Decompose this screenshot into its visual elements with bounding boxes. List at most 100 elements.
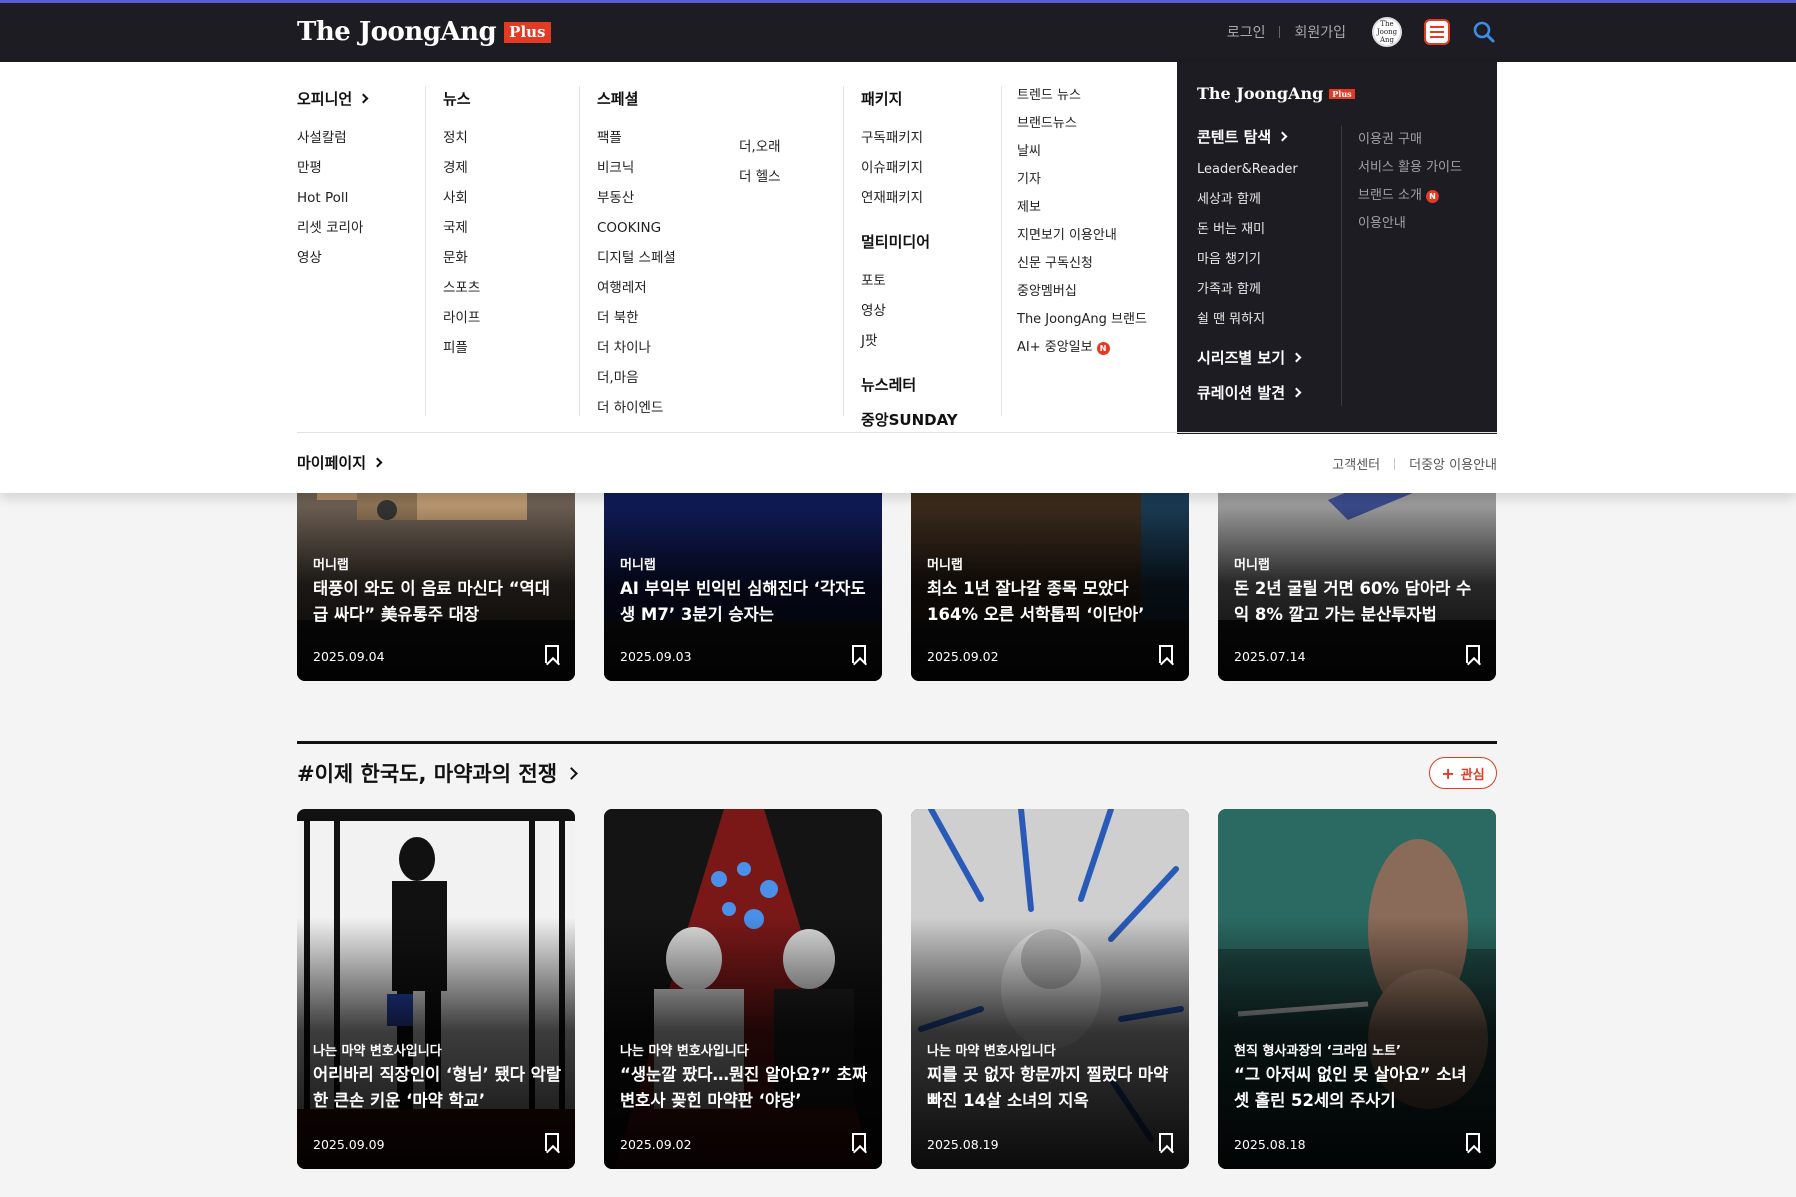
menu-item[interactable]: 브랜드 소개 N — [1358, 182, 1462, 210]
menu-item[interactable]: 돈 버는 재미 — [1197, 215, 1300, 245]
signup-link[interactable]: 회원가입 — [1294, 22, 1346, 42]
menu-item[interactable]: 경제 — [443, 153, 480, 183]
menu-item[interactable]: 가족과 함께 — [1197, 275, 1300, 305]
menu-item[interactable]: AI+ 중앙일보 N — [1017, 334, 1147, 362]
section-title[interactable]: #이제 한국도, 마약과의 전쟁 — [297, 758, 578, 788]
menu-item[interactable]: 국제 — [443, 213, 480, 243]
menu-item[interactable]: 브랜드뉴스 — [1017, 110, 1147, 138]
menu-item[interactable]: 구독패키지 — [861, 123, 958, 153]
menu-item[interactable]: 제보 — [1017, 194, 1147, 222]
menu-item[interactable]: 영상 — [297, 243, 367, 273]
article-card[interactable]: 현직 형사과장의 ‘크라임 노트’ “그 아저씨 없인 못 살아요” 소녀 셋 홀… — [1218, 809, 1496, 1169]
menu-item[interactable]: COOKING — [597, 213, 676, 243]
menu-item[interactable]: 이슈패키지 — [861, 153, 958, 183]
menu-item-label: 연재패키지 — [861, 190, 924, 206]
mypage-link[interactable]: 마이페이지 — [297, 452, 383, 473]
menu-item[interactable]: 여행레저 — [597, 273, 676, 303]
search-icon[interactable] — [1472, 20, 1496, 44]
menu-item-label: J팟 — [861, 333, 878, 349]
menu-item[interactable]: 연재패키지 — [861, 183, 958, 213]
menu-icon[interactable] — [1424, 19, 1450, 45]
menu-item[interactable]: 포토 — [861, 266, 958, 296]
menu-head-package[interactable]: 패키지 — [861, 88, 958, 109]
menu-item[interactable]: 라이프 — [443, 303, 480, 333]
menu-item[interactable]: 더 헬스 — [739, 162, 781, 192]
menu-item[interactable]: J팟 — [861, 326, 958, 356]
menu-head-opinion[interactable]: 오피니언 — [297, 88, 369, 109]
menu-head-news[interactable]: 뉴스 — [443, 88, 480, 109]
interest-button[interactable]: + 관심 — [1429, 757, 1497, 789]
menu-item[interactable]: 리셋 코리아 — [297, 213, 367, 243]
menu-item[interactable]: 정치 — [443, 123, 480, 153]
column-divider — [579, 86, 580, 416]
menu-item[interactable]: 문화 — [443, 243, 480, 273]
menu-item[interactable]: 지면보기 이용안내 — [1017, 222, 1147, 250]
menu-item[interactable]: 팩플 — [597, 123, 676, 153]
menu-item[interactable]: 트렌드 뉴스 — [1017, 82, 1147, 110]
menu-item[interactable]: 영상 — [861, 296, 958, 326]
bookmark-icon[interactable] — [1466, 1133, 1480, 1151]
menu-item[interactable]: 중앙멤버십 — [1017, 278, 1147, 306]
menu-item[interactable]: 신문 구독신청 — [1017, 250, 1147, 278]
article-title: “그 아저씨 없인 못 살아요” 소녀 셋 홀린 52세의 주사기 — [1234, 1065, 1467, 1110]
menu-item[interactable]: 더 하이엔드 — [597, 393, 676, 423]
menu-head-multimedia[interactable]: 멀티미디어 — [861, 231, 958, 252]
panel-explore: 콘텐트 탐색 Leader&Reader 세상과 함께 돈 버는 재미 마음 챙기기 가… — [1197, 126, 1302, 411]
bookmark-icon[interactable] — [1466, 645, 1480, 663]
menu-item[interactable]: 피플 — [443, 333, 480, 363]
menu-item[interactable]: 이용안내 — [1358, 210, 1462, 238]
menu-item[interactable]: 세상과 함께 — [1197, 185, 1300, 215]
menu-item[interactable]: 비크닉 — [597, 153, 676, 183]
menu-item[interactable]: 서비스 활용 가이드 — [1358, 154, 1462, 182]
menu-item[interactable]: 사설칼럼 — [297, 123, 367, 153]
menu-head-special[interactable]: 스페셜 — [597, 88, 676, 109]
menu-item[interactable]: 더 북한 — [597, 303, 676, 333]
chevron-right-icon — [1277, 131, 1288, 142]
menu-item[interactable]: 부동산 — [597, 183, 676, 213]
bookmark-icon[interactable] — [1159, 645, 1173, 663]
menu-item[interactable]: 디지털 스페셜 — [597, 243, 676, 273]
menu-item[interactable]: 이용권 구매 — [1358, 126, 1462, 154]
panel-head-curation[interactable]: 큐레이션 발견 — [1197, 382, 1302, 403]
menu-item[interactable]: 사회 — [443, 183, 480, 213]
site-logo[interactable]: The JoongAng Plus — [297, 17, 551, 47]
login-link[interactable]: 로그인 — [1227, 22, 1266, 42]
mypage-label: 마이페이지 — [297, 454, 367, 472]
article-card[interactable]: 나는 마약 변호사입니다 “생눈깔 팠다…뭔진 알아요?” 초짜 변호사 꽂힌 마… — [604, 809, 882, 1169]
article-date: 2025.09.04 — [313, 649, 385, 664]
menu-item[interactable]: 더 차이나 — [597, 333, 676, 363]
menu-item[interactable]: 더,마음 — [597, 363, 676, 393]
bookmark-icon[interactable] — [1159, 1133, 1173, 1151]
menu-item-label: 비크닉 — [597, 160, 635, 176]
menu-item-label: 신문 구독신청 — [1017, 256, 1093, 271]
service-guide-link[interactable]: 더중앙 이용안내 — [1409, 454, 1497, 473]
menu-col-opinion: 오피니언 사설칼럼 만평 Hot Poll 리셋 코리아영상 — [297, 88, 369, 273]
menu-item[interactable]: 마음 챙기기 — [1197, 245, 1300, 275]
menu-item[interactable]: 쉴 땐 뭐하지 — [1197, 305, 1300, 335]
bookmark-icon[interactable] — [852, 645, 866, 663]
menu-head-newsletter[interactable]: 뉴스레터 — [861, 374, 958, 395]
chevron-right-icon — [372, 457, 383, 468]
menu-item[interactable]: 더,오래 — [739, 132, 781, 162]
panel-head-series[interactable]: 시리즈별 보기 — [1197, 347, 1302, 368]
chevron-right-icon — [1291, 387, 1302, 398]
bookmark-icon[interactable] — [545, 1133, 559, 1151]
menu-item[interactable]: Leader&Reader — [1197, 155, 1300, 185]
menu-item-label: 리셋 코리아 — [297, 220, 364, 236]
menu-item[interactable]: 만평 — [297, 153, 367, 183]
menu-item[interactable]: 날씨 — [1017, 138, 1147, 166]
menu-item[interactable]: 기자 — [1017, 166, 1147, 194]
menu-item[interactable]: The JoongAng 브랜드 — [1017, 306, 1147, 334]
avatar[interactable]: The Joong Ang — [1372, 17, 1402, 47]
article-card[interactable]: 나는 마약 변호사입니다 찌를 곳 없자 항문까지 찔렀다 마약 빠진 14살 소… — [911, 809, 1189, 1169]
bookmark-icon[interactable] — [852, 1133, 866, 1151]
menu-item[interactable]: 스포츠 — [443, 273, 480, 303]
panel-logo[interactable]: The JoongAng Plus — [1197, 84, 1355, 103]
customer-center-link[interactable]: 고객센터 — [1332, 454, 1380, 473]
panel-head-explore[interactable]: 콘텐트 탐색 — [1197, 126, 1300, 147]
bookmark-icon[interactable] — [545, 645, 559, 663]
article-card[interactable]: 나는 마약 변호사입니다 어리바리 직장인이 ‘형님’ 됐다 악랄한 큰손 키운 … — [297, 809, 575, 1169]
menu-head-sunday[interactable]: 중앙SUNDAY — [861, 409, 958, 430]
menu-item[interactable]: Hot Poll — [297, 183, 367, 213]
article-title: “생눈깔 팠다…뭔진 알아요?” 초짜 변호사 꽂힌 마약판 ‘야당’ — [620, 1065, 868, 1110]
